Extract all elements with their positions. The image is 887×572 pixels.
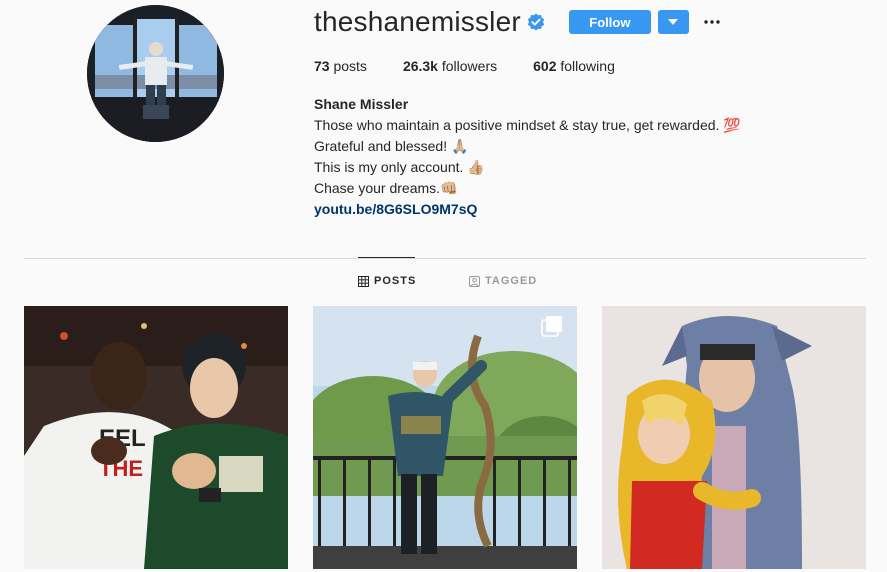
tab-posts-label: POSTS: [374, 275, 417, 287]
post-image: [602, 306, 866, 569]
caret-down-icon: [668, 19, 679, 25]
posts-label: posts: [333, 58, 367, 74]
profile-full-name: Shane Missler: [314, 96, 409, 112]
post-image: [313, 306, 577, 569]
tagged-icon: [469, 275, 480, 287]
bio-line: Chase your dreams.👊🏼: [314, 180, 458, 196]
bio-line: This is my only account. 👍🏼: [314, 159, 485, 175]
tabs-divider: [24, 258, 866, 259]
post-thumbnail[interactable]: [313, 306, 577, 569]
profile-page: theshanemissler Follow 73 posts 26.3k fo…: [0, 0, 887, 572]
posts-stat: 73 posts: [314, 58, 367, 74]
following-label: following: [560, 58, 615, 74]
followers-label: followers: [441, 58, 498, 74]
profile-stats: 73 posts 26.3k followers 602 following: [314, 58, 651, 74]
profile-username: theshanemissler: [314, 6, 521, 37]
follow-button[interactable]: Follow: [568, 10, 651, 34]
profile-avatar[interactable]: [87, 5, 224, 142]
active-tab-indicator: [358, 257, 415, 258]
verified-badge-icon: [527, 13, 545, 31]
tab-tagged-label: TAGGED: [485, 275, 538, 287]
following-stat[interactable]: 602 following: [533, 58, 615, 74]
suggested-dropdown-button[interactable]: [657, 10, 689, 34]
bio-line: Grateful and blessed! 🙏🏼: [314, 138, 469, 154]
tab-posts[interactable]: POSTS: [358, 275, 416, 287]
tab-tagged[interactable]: TAGGED: [469, 275, 537, 287]
bio-link[interactable]: youtu.be/8G6SLO9M7sQ: [314, 199, 741, 220]
post-thumbnail[interactable]: EEL THE: [24, 306, 288, 569]
profile-bio: Shane Missler Those who maintain a posit…: [314, 94, 741, 220]
followers-stat[interactable]: 26.3k followers: [403, 58, 497, 74]
avatar-image: [87, 5, 224, 142]
carousel-icon: [541, 316, 562, 337]
post-image: EEL THE: [24, 306, 288, 569]
post-thumbnail[interactable]: [602, 306, 866, 569]
followers-count: 26.3k: [402, 58, 438, 74]
posts-count: 73: [314, 58, 330, 74]
more-options-icon[interactable]: [703, 13, 721, 31]
following-count: 602: [533, 58, 557, 74]
grid-icon: [358, 275, 369, 287]
profile-title-row: theshanemissler Follow: [314, 4, 721, 40]
bio-line: Those who maintain a positive mindset & …: [314, 117, 741, 133]
